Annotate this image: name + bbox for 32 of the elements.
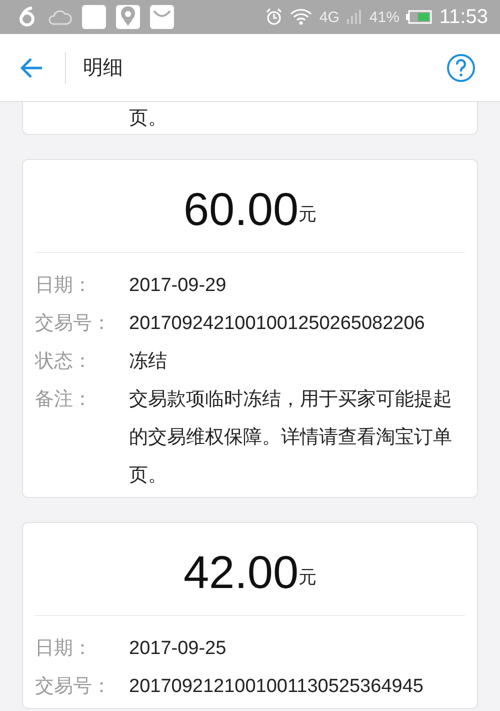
battery-percent: 41% (369, 8, 400, 26)
field-label: 状态： (35, 351, 92, 372)
page-title: 明细 (83, 56, 124, 81)
back-arrow-icon (20, 56, 44, 78)
help-button[interactable] (446, 52, 476, 82)
help-icon (446, 52, 476, 82)
shopping-bag-app-icon (150, 5, 174, 29)
field-label: 交易号： (35, 676, 111, 697)
field-label: 日期： (35, 275, 92, 296)
signal-icon (346, 10, 362, 24)
field-value: 2017092421001001250265082206 (129, 312, 425, 336)
field-value: 2017092121001001130525364945 (129, 675, 424, 699)
field-value: 交易款项临时冻结，用于买家可能提起的交易维权保障。详情请查看淘宝订单页。 (129, 388, 453, 488)
amount: 60.00 (183, 186, 299, 232)
back-button[interactable] (20, 56, 44, 78)
app-icon (82, 5, 106, 29)
field-label: 交易号： (35, 313, 111, 334)
field-value: 2017-09-29 (129, 274, 226, 298)
amount: 42.00 (183, 549, 299, 595)
wifi-icon (290, 8, 312, 26)
currency-unit: 元 (298, 203, 317, 226)
battery-icon (406, 10, 432, 24)
field-value: 页。 (129, 107, 167, 131)
field-label: 备注： (35, 389, 92, 410)
map-pin-app-icon (116, 5, 140, 29)
clock-time: 11:53 (439, 6, 488, 28)
field-value: 冻结 (129, 350, 167, 374)
network-type: 4G (319, 8, 340, 26)
currency-unit: 元 (298, 566, 317, 589)
field-label: 日期： (35, 638, 92, 659)
alarm-clock-icon (265, 8, 284, 26)
field-value: 2017-09-25 (129, 637, 226, 661)
